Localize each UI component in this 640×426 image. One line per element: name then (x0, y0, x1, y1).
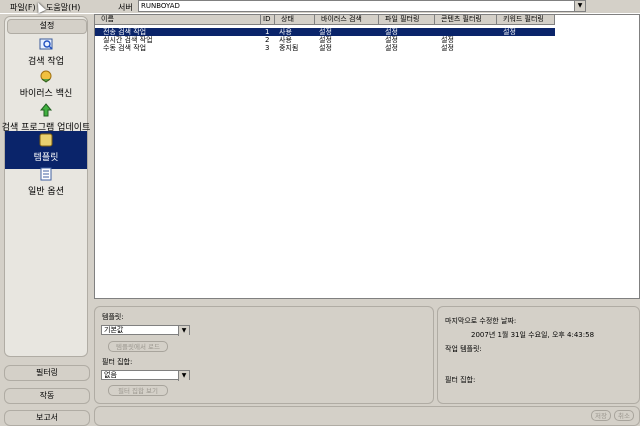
cell-id: 3 (265, 44, 270, 52)
server-select[interactable]: RUNBOYAD ▼ (138, 0, 586, 12)
info-filter-set-label: 필터 집합: (445, 376, 476, 384)
footer-bar: 저장 취소 (94, 406, 640, 426)
template-panel: 템플릿: 기본값 ▼ 템플릿에서 로드 필터 집합: 없음 ▼ 필터 집합 보기 (94, 306, 434, 404)
save-button[interactable]: 저장 (591, 410, 611, 421)
sidebar-button-reports[interactable]: 보고서 (4, 410, 90, 426)
options-icon (40, 167, 52, 181)
cell-virus-scan[interactable]: 설정 (319, 36, 332, 44)
table-row[interactable]: 전송 검색 작업 1 사용 설정 설정 설정 (95, 28, 555, 36)
scan-task-table: 이름 ID 상태 바이러스 검색 파일 필터링 콘텐츠 필터링 키워드 필터링 … (94, 14, 640, 299)
cell-content-filtering[interactable]: 설정 (441, 44, 454, 52)
cell-status: 중지됨 (279, 44, 299, 52)
column-header-content-filtering[interactable]: 콘텐츠 필터링 (435, 15, 497, 25)
cell-name: 실시간 검색 작업 (103, 36, 153, 44)
cell-virus-scan[interactable]: 설정 (319, 28, 332, 36)
last-modified-label: 마지막으로 수정한 날짜: (445, 317, 517, 325)
cell-id: 2 (265, 36, 270, 44)
sidebar-button-filtering[interactable]: 필터링 (4, 365, 90, 381)
sidebar-item-label: 바이러스 백신 (19, 89, 73, 99)
cell-status: 사용 (279, 36, 292, 44)
cell-file-filtering[interactable]: 설정 (385, 36, 398, 44)
template-icon (39, 133, 53, 147)
cell-virus-scan[interactable]: 설정 (319, 44, 332, 52)
last-modified-value: 2007년 1월 31일 수요일, 오후 4:43:58 (471, 331, 595, 339)
cell-file-filtering[interactable]: 설정 (385, 28, 398, 36)
server-bar: 서버 RUNBOYAD ▼ (94, 0, 640, 14)
template-select[interactable]: 기본값 ▼ (101, 325, 190, 336)
column-header-keyword-filtering[interactable]: 키워드 필터링 (497, 15, 555, 25)
template-label: 템플릿: (102, 313, 124, 321)
cell-name: 전송 검색 작업 (103, 28, 147, 36)
column-header-name[interactable]: 이름 (95, 15, 261, 25)
chevron-down-icon[interactable]: ▼ (574, 1, 585, 11)
sidebar-item-general-options[interactable]: 일반 옵션 (5, 165, 87, 203)
menu-help[interactable]: 도움말(H) (46, 2, 80, 13)
menu-file[interactable]: 파일(F) (10, 2, 36, 13)
load-from-template-button[interactable]: 템플릿에서 로드 (108, 341, 168, 352)
table-row[interactable]: 실시간 검색 작업 2 사용 설정 설정 설정 (95, 36, 555, 44)
filter-set-label: 필터 집합: (102, 358, 133, 366)
column-header-file-filtering[interactable]: 파일 필터링 (379, 15, 435, 25)
table-row[interactable]: 수동 검색 작업 3 중지됨 설정 설정 설정 (95, 44, 555, 52)
search-task-icon (39, 38, 53, 50)
column-header-id[interactable]: ID (261, 15, 275, 25)
sidebar-item-label: 템플릿 (33, 153, 59, 163)
column-header-status[interactable]: 상태 (275, 15, 315, 25)
sidebar: 설정 검색 작업 바이러스 백신 검색 프로그램 업데이트 템플릿 일반 옵션 (2, 16, 90, 357)
info-panel: 마지막으로 수정한 날짜: 2007년 1월 31일 수요일, 오후 4:43:… (437, 306, 640, 404)
chevron-down-icon[interactable]: ▼ (178, 326, 189, 336)
sidebar-item-template[interactable]: 템플릿 (5, 131, 87, 169)
filter-set-value: 없음 (104, 371, 117, 379)
cancel-button[interactable]: 취소 (614, 410, 634, 421)
antivirus-icon (40, 70, 52, 83)
chevron-down-icon[interactable]: ▼ (178, 371, 189, 381)
sidebar-header-settings[interactable]: 설정 (7, 19, 87, 34)
template-value: 기본값 (104, 326, 124, 334)
server-value: RUNBOYAD (141, 2, 180, 10)
sidebar-item-label: 일반 옵션 (28, 187, 64, 197)
sidebar-item-antivirus[interactable]: 바이러스 백신 (5, 67, 87, 105)
cell-name: 수동 검색 작업 (103, 44, 147, 52)
sidebar-button-operation[interactable]: 작동 (4, 388, 90, 404)
update-icon (39, 103, 53, 117)
mouse-cursor-icon (34, 0, 46, 14)
cell-content-filtering[interactable]: 설정 (441, 36, 454, 44)
server-label: 서버 (118, 3, 133, 12)
view-filter-set-button[interactable]: 필터 집합 보기 (108, 385, 168, 396)
cell-file-filtering[interactable]: 설정 (385, 44, 398, 52)
cell-status: 사용 (279, 28, 292, 36)
job-template-label: 작업 템플릿: (445, 345, 482, 353)
column-header-virus-scan[interactable]: 바이러스 검색 (315, 15, 379, 25)
sidebar-item-label: 검색 작업 (28, 57, 64, 67)
cell-keyword-filtering[interactable]: 설정 (503, 28, 516, 36)
filter-set-select[interactable]: 없음 ▼ (101, 370, 190, 381)
cell-id: 1 (265, 28, 270, 36)
